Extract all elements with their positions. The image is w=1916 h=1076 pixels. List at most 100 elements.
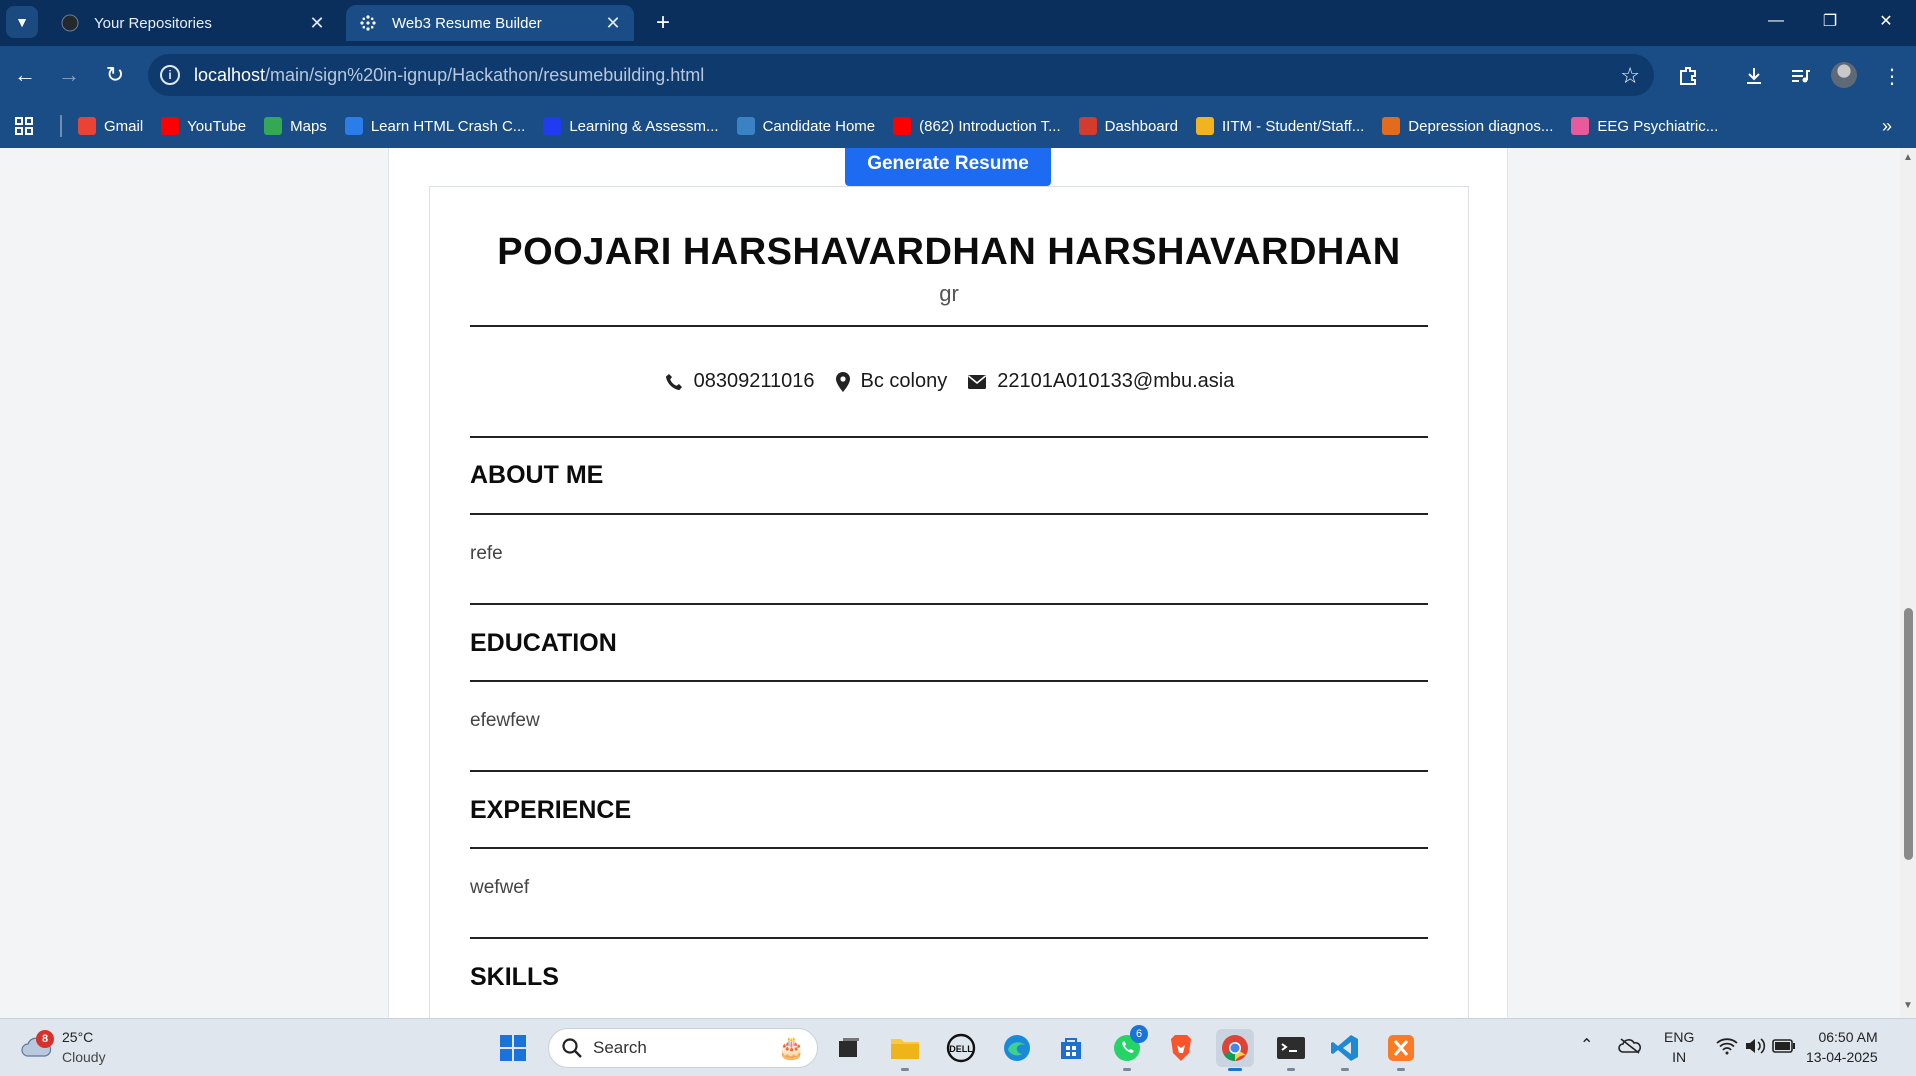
page-viewport: Generate Resume POOJARI HARSHAVARDHAN HA… xyxy=(0,148,1900,1018)
battery-icon[interactable] xyxy=(1772,1038,1796,1057)
bookmark-item[interactable]: IITM - Student/Staff... xyxy=(1196,117,1364,135)
tab-label: Web3 Resume Builder xyxy=(392,14,542,32)
bookmark-star-icon[interactable]: ☆ xyxy=(1620,63,1640,89)
profile-avatar[interactable] xyxy=(1831,62,1857,88)
bookmark-item[interactable]: Gmail xyxy=(78,117,143,135)
task-view-button[interactable] xyxy=(830,1029,868,1067)
section-text-about: refe xyxy=(470,543,503,564)
bookmark-item[interactable]: Maps xyxy=(264,117,327,135)
github-icon xyxy=(60,13,80,33)
restore-button[interactable]: ❐ xyxy=(1810,6,1850,36)
scroll-down-arrow-icon[interactable]: ▼ xyxy=(1903,1000,1913,1011)
bookmark-item[interactable]: Depression diagnos... xyxy=(1382,117,1553,135)
section-text-education: efewfew xyxy=(470,710,540,731)
back-button[interactable]: ← xyxy=(8,58,42,92)
bookmark-label: Maps xyxy=(290,117,327,135)
bookmark-label: IITM - Student/Staff... xyxy=(1222,117,1365,135)
site-info-icon[interactable]: i xyxy=(160,65,180,85)
brave-button[interactable] xyxy=(1162,1029,1200,1067)
bookmark-item[interactable]: EEG Psychiatric... xyxy=(1571,117,1718,135)
bookmark-label: Dashboard xyxy=(1104,117,1178,135)
divider xyxy=(470,603,1428,605)
running-indicator xyxy=(1123,1068,1131,1071)
search-highlight-icon: 🎂 xyxy=(777,1035,805,1060)
envelope-icon xyxy=(968,374,987,389)
page-scrollbar[interactable]: ▲ ▼ xyxy=(1900,148,1916,1018)
xampp-button[interactable] xyxy=(1382,1029,1420,1071)
browser-toolbar: ← → ↻ i localhost/main/sign%20in-ignup/H… xyxy=(0,46,1916,104)
bookmark-item[interactable]: YouTube xyxy=(161,117,246,135)
taskbar-search[interactable]: Search 🎂 xyxy=(548,1028,818,1068)
close-icon[interactable]: ✕ xyxy=(306,12,328,34)
phone-text: 08309211016 xyxy=(693,370,815,392)
taskbar: 8 25°C Cloudy Search 🎂 DELL 6 ⌃ ENG IN 0… xyxy=(0,1018,1916,1076)
resume-name: POOJARI HARSHAVARDHAN HARSHAVARDHAN xyxy=(497,231,1401,273)
bookmark-item[interactable]: Learning & Assessm... xyxy=(543,117,719,135)
language-indicator[interactable]: ENG IN xyxy=(1664,1027,1694,1067)
contact-phone: 08309211016 xyxy=(664,370,815,393)
more-bookmarks-icon[interactable]: » xyxy=(1882,116,1892,137)
weather-widget[interactable]: 8 25°C Cloudy xyxy=(20,1027,106,1067)
downloads-icon[interactable] xyxy=(1738,60,1770,92)
new-tab-button[interactable]: + xyxy=(648,8,678,38)
vscode-button[interactable] xyxy=(1326,1029,1364,1071)
microsoft-store-button[interactable] xyxy=(1052,1029,1090,1067)
tab-web3-resume-builder[interactable]: Web3 Resume Builder ✕ xyxy=(346,5,634,41)
reload-button[interactable]: ↻ xyxy=(98,58,132,92)
tab-strip: ▼ Your Repositories ✕ Web3 Resume Builde… xyxy=(0,0,1916,46)
store-icon xyxy=(1061,1038,1081,1059)
edge-button[interactable] xyxy=(998,1029,1036,1067)
chrome-button[interactable] xyxy=(1216,1029,1254,1071)
start-button[interactable] xyxy=(494,1029,532,1067)
menu-icon[interactable]: ⋮ xyxy=(1876,60,1908,92)
active-indicator xyxy=(1228,1068,1242,1071)
terminal-button[interactable] xyxy=(1272,1029,1310,1071)
location-text: Bc colony xyxy=(860,370,948,392)
generate-resume-button[interactable]: Generate Resume xyxy=(845,148,1051,186)
section-heading-about: ABOUT ME xyxy=(470,461,604,489)
bookmark-item[interactable]: Learn HTML Crash C... xyxy=(344,117,526,135)
dell-app-button[interactable]: DELL xyxy=(942,1029,980,1067)
search-icon xyxy=(562,1038,582,1058)
volume-icon[interactable] xyxy=(1744,1037,1766,1058)
wifi-icon[interactable] xyxy=(1716,1037,1738,1058)
bookmark-label: YouTube xyxy=(187,117,247,135)
tab-your-repositories[interactable]: Your Repositories ✕ xyxy=(48,5,338,41)
apps-grid-icon[interactable] xyxy=(14,116,44,136)
bookmark-item[interactable]: (862) Introduction T... xyxy=(893,117,1061,135)
whatsapp-button[interactable]: 6 xyxy=(1108,1025,1148,1071)
weather-condition: Cloudy xyxy=(62,1049,106,1065)
system-clock[interactable]: 06:50 AM 13-04-2025 xyxy=(1806,1027,1878,1067)
section-heading-education: EDUCATION xyxy=(470,629,617,657)
weather-badge: 8 xyxy=(36,1030,54,1048)
url-text[interactable]: localhost/main/sign%20in-ignup/Hackathon… xyxy=(194,65,704,86)
tray-overflow-icon[interactable]: ⌃ xyxy=(1580,1035,1593,1055)
search-placeholder: Search xyxy=(593,1038,647,1057)
divider xyxy=(470,513,1428,515)
media-control-icon[interactable] xyxy=(1784,60,1816,92)
clock-time: 06:50 AM xyxy=(1818,1029,1878,1045)
divider xyxy=(470,847,1428,849)
minimize-button[interactable]: — xyxy=(1756,6,1796,36)
gmail-icon xyxy=(78,117,96,135)
section-heading-skills: SKILLS xyxy=(470,963,559,991)
window-close-button[interactable]: ✕ xyxy=(1866,6,1906,36)
email-text: 22101A010133@mbu.asia xyxy=(997,370,1235,392)
scroll-up-arrow-icon[interactable]: ▲ xyxy=(1903,152,1913,163)
tab-search-button[interactable]: ▼ xyxy=(6,6,38,38)
bookmark-label: EEG Psychiatric... xyxy=(1597,117,1719,135)
onedrive-offline-icon[interactable] xyxy=(1618,1037,1642,1058)
bookmarks-divider xyxy=(60,115,62,137)
close-icon[interactable]: ✕ xyxy=(602,12,624,34)
scrollbar-thumb[interactable] xyxy=(1904,608,1913,860)
bookmark-item[interactable]: Candidate Home xyxy=(736,117,875,135)
divider xyxy=(470,325,1428,327)
address-bar[interactable]: i localhost/main/sign%20in-ignup/Hackath… xyxy=(148,54,1654,96)
url-host: localhost xyxy=(194,64,266,85)
bookmark-item[interactable]: Dashboard xyxy=(1078,117,1178,135)
bookmark-label: Learn HTML Crash C... xyxy=(370,117,526,135)
extensions-icon[interactable] xyxy=(1672,60,1704,92)
youtube-icon xyxy=(161,117,180,135)
file-explorer-button[interactable] xyxy=(886,1029,924,1071)
forward-button[interactable]: → xyxy=(52,58,86,92)
